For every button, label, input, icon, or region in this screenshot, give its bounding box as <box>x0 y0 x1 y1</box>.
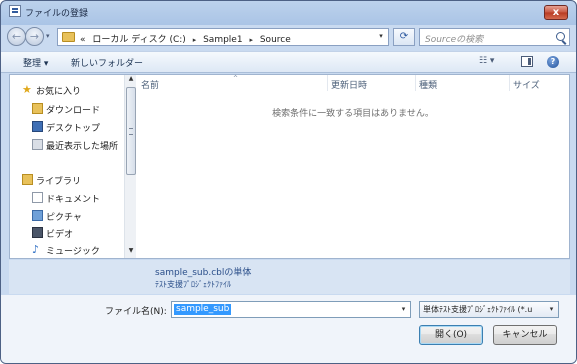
sidebar-item-libraries[interactable]: ライブラリ <box>10 171 122 188</box>
refresh-button[interactable]: ⟳ <box>393 28 415 46</box>
search-input[interactable]: Sourceの検索 <box>419 28 570 46</box>
breadcrumb-source[interactable]: Source <box>260 35 291 45</box>
organize-button[interactable]: 整理 ▾ <box>23 56 48 69</box>
chevron-down-icon[interactable]: ▾ <box>547 305 556 314</box>
breadcrumb-separator-icon[interactable]: ▸ <box>193 36 197 44</box>
back-button[interactable]: ← <box>7 27 26 46</box>
change-view-button[interactable]: ☷ ▾ <box>479 56 503 69</box>
sidebar-item-music[interactable]: ♪ ミュージック <box>10 241 122 258</box>
sidebar-item-pictures[interactable]: ピクチャ <box>10 207 122 224</box>
address-row: ← → ▾ « ローカル ディスク (C:) ▸ Sample1 ▸ Sourc… <box>1 25 576 49</box>
scroll-down-icon[interactable]: ▼ <box>125 247 137 258</box>
filename-combobox[interactable]: sample_sub ▾ <box>171 301 411 318</box>
folder-icon <box>62 32 75 42</box>
column-divider[interactable] <box>327 75 328 91</box>
cancel-button[interactable]: キャンセル <box>493 325 557 345</box>
address-dropdown[interactable]: ▾ <box>376 32 386 42</box>
filename-label: ファイル名(N): <box>105 307 167 317</box>
breadcrumb-overflow[interactable]: « <box>80 35 86 45</box>
videos-icon <box>32 227 43 238</box>
documents-icon <box>32 192 43 203</box>
breadcrumb-local-disk[interactable]: ローカル ディスク (C:) <box>92 35 185 45</box>
music-icon: ♪ <box>32 243 40 256</box>
file-dialog-window: ファイルの登録 x ← → ▾ « ローカル ディスク (C:) ▸ Sampl… <box>0 0 577 364</box>
filetype-selected-value: 単体ﾃｽﾄ支援ﾌﾟﾛｼﾞｪｸﾄﾌｧｲﾙ (*.u <box>423 305 533 314</box>
title-bar[interactable]: ファイルの登録 x <box>1 1 576 23</box>
dialog-icon <box>9 5 21 17</box>
sidebar-item-documents[interactable]: ドキュメント <box>10 189 122 206</box>
sort-ascending-icon: ^ <box>233 75 239 82</box>
column-header-type[interactable]: 種類 <box>419 75 437 92</box>
filetype-select[interactable]: 単体ﾃｽﾄ支援ﾌﾟﾛｼﾞｪｸﾄﾌｧｲﾙ (*.u ▾ <box>419 301 559 318</box>
sidebar-item-recent-places[interactable]: 最近表示した場所 <box>10 136 122 153</box>
recent-locations-dropdown[interactable]: ▾ <box>46 29 54 43</box>
dialog-footer: ファイル名(N): sample_sub ▾ 単体ﾃｽﾄ支援ﾌﾟﾛｼﾞｪｸﾄﾌｧ… <box>1 295 576 363</box>
breadcrumb: « ローカル ディスク (C:) ▸ Sample1 ▸ Source <box>80 32 295 45</box>
column-divider[interactable] <box>509 75 510 91</box>
file-list[interactable]: 名前 ^ 更新日時 種類 サイズ 検索条件に一致する項目はありません。 <box>137 75 569 258</box>
sidebar-item-label: ビデオ <box>46 230 74 240</box>
sidebar-item-label: ドキュメント <box>46 195 101 205</box>
search-icon[interactable] <box>556 32 565 41</box>
filename-input[interactable]: sample_sub <box>174 304 232 315</box>
downloads-folder-icon <box>32 103 43 114</box>
sidebar-item-label: ダウンロード <box>46 106 101 116</box>
details-pane: sample_sub.cblの単体 ﾃｽﾄ支援ﾌﾟﾛｼﾞｪｸﾄﾌｧｲﾙ <box>9 260 570 294</box>
empty-results-message: 検索条件に一致する項目はありません。 <box>272 109 434 119</box>
sidebar-item-label: ライブラリ <box>36 177 82 187</box>
library-icon <box>22 174 33 185</box>
column-divider[interactable] <box>415 75 416 91</box>
command-toolbar: 整理 ▾ 新しいフォルダー ☷ ▾ ? <box>1 51 576 73</box>
detail-file-type: ﾃｽﾄ支援ﾌﾟﾛｼﾞｪｸﾄﾌｧｲﾙ <box>155 280 231 289</box>
detail-file-name: sample_sub.cblの単体 <box>155 268 252 278</box>
column-header-date-modified[interactable]: 更新日時 <box>331 75 367 92</box>
sidebar-item-label: ピクチャ <box>46 213 82 223</box>
desktop-icon <box>32 121 43 132</box>
scroll-grip-icon <box>129 128 133 135</box>
scroll-thumb[interactable] <box>126 87 136 175</box>
chevron-down-icon[interactable]: ▾ <box>399 305 408 314</box>
sidebar-item-label: ミュージック <box>46 247 100 257</box>
pictures-icon <box>32 210 43 221</box>
sidebar-item-label: 最近表示した場所 <box>46 142 119 152</box>
help-icon[interactable]: ? <box>547 56 559 68</box>
preview-pane-icon[interactable] <box>521 56 533 67</box>
scroll-up-icon[interactable]: ▲ <box>125 75 137 86</box>
close-button[interactable]: x <box>544 5 568 20</box>
sidebar-item-videos[interactable]: ビデオ <box>10 224 122 241</box>
navigation-pane-scrollbar[interactable]: ▲ ▼ <box>124 75 136 258</box>
browser-content: ★ お気に入り ダウンロード デスクトップ 最近表示した場所 ライブラリ ドキュ… <box>9 74 570 259</box>
sidebar-item-downloads[interactable]: ダウンロード <box>10 100 122 117</box>
sidebar-item-label: お気に入り <box>36 87 82 97</box>
new-folder-button[interactable]: 新しいフォルダー <box>71 56 143 69</box>
column-header-name[interactable]: 名前 <box>141 75 159 92</box>
navigation-pane: ★ お気に入り ダウンロード デスクトップ 最近表示した場所 ライブラリ ドキュ… <box>10 75 124 258</box>
sidebar-item-label: デスクトップ <box>46 124 101 134</box>
sidebar-item-favorites[interactable]: ★ お気に入り <box>10 81 122 98</box>
recent-places-icon <box>32 139 43 150</box>
column-header-size[interactable]: サイズ <box>513 75 540 92</box>
forward-button[interactable]: → <box>25 27 44 46</box>
sidebar-item-desktop[interactable]: デスクトップ <box>10 118 122 135</box>
window-title: ファイルの登録 <box>25 9 89 19</box>
open-button[interactable]: 開く(O) <box>419 325 483 345</box>
address-bar[interactable]: « ローカル ディスク (C:) ▸ Sample1 ▸ Source ▾ <box>57 28 389 46</box>
breadcrumb-separator-icon[interactable]: ▸ <box>249 36 253 44</box>
star-icon: ★ <box>22 83 32 96</box>
search-placeholder: Sourceの検索 <box>425 35 484 45</box>
breadcrumb-sample1[interactable]: Sample1 <box>203 35 242 45</box>
